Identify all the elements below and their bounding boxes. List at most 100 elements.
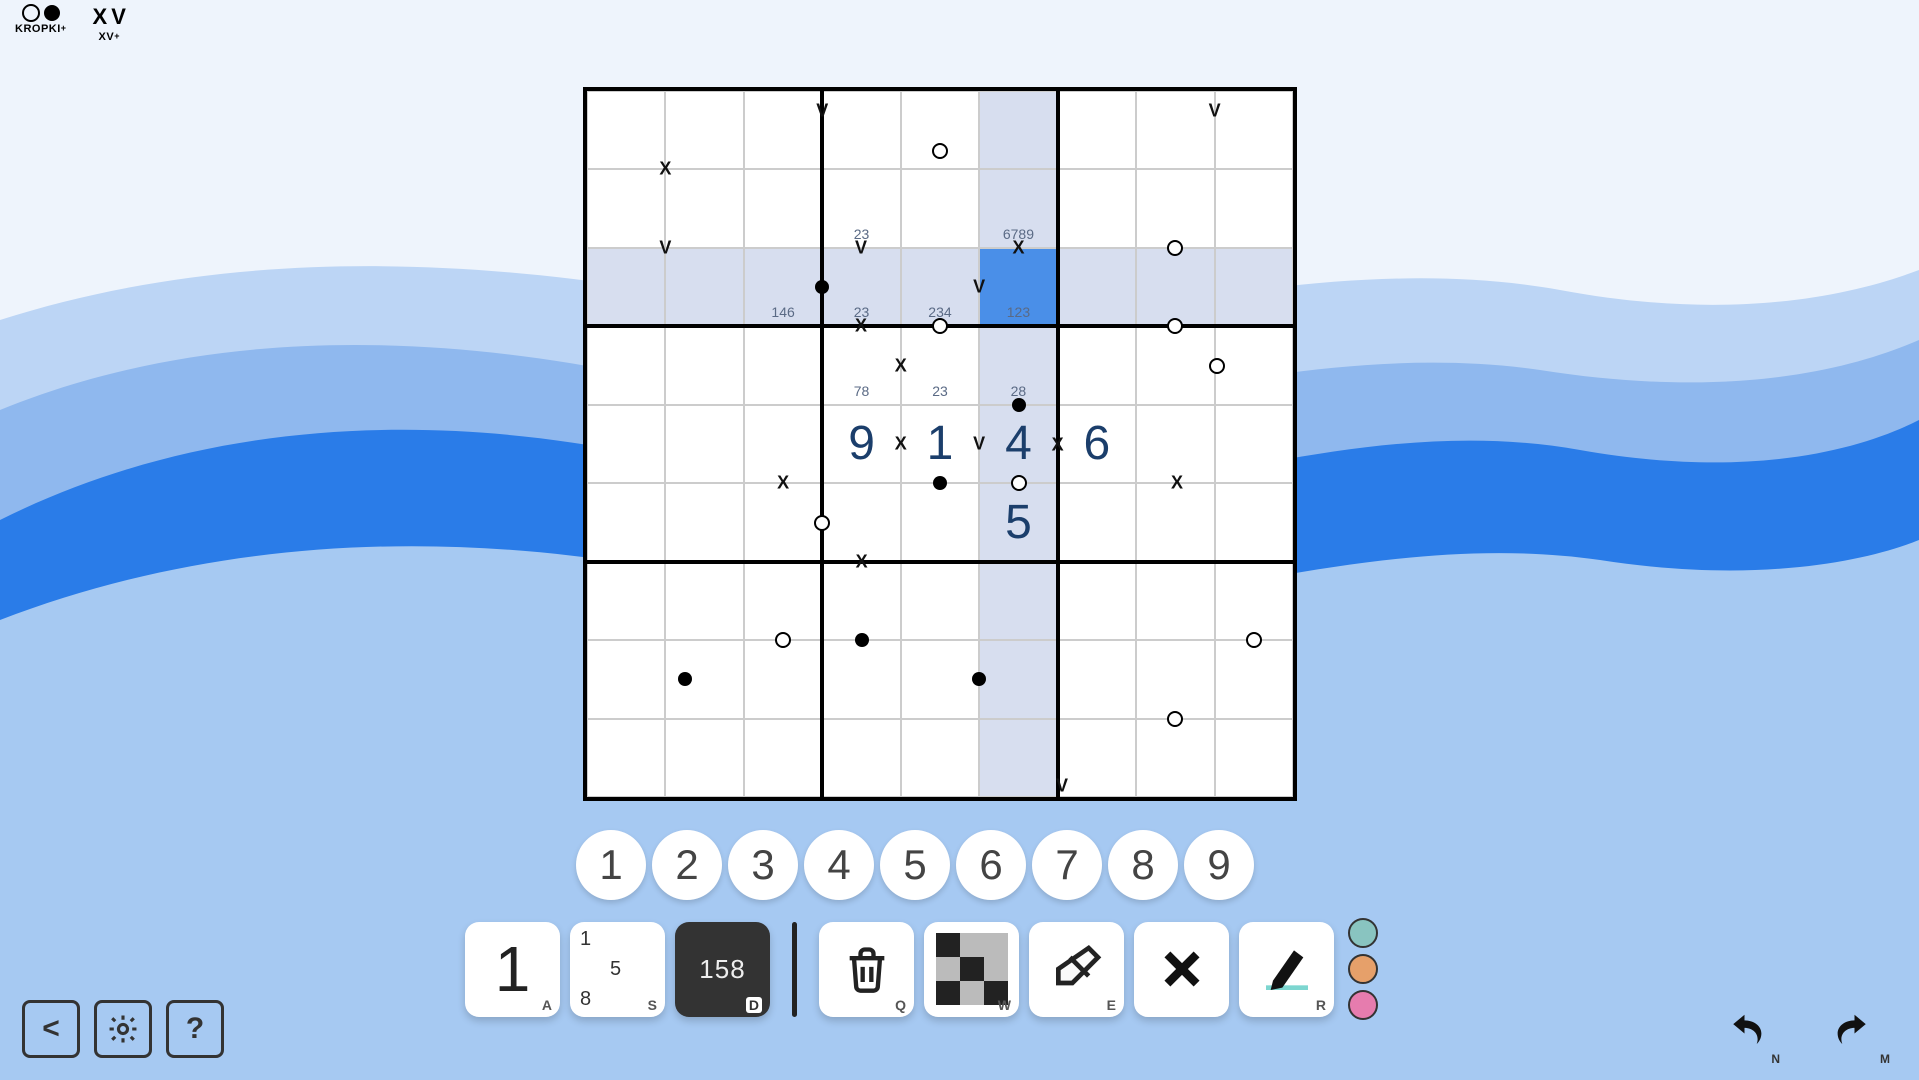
num-9-button[interactable]: 9: [1184, 830, 1254, 900]
cell-r2c1[interactable]: [665, 248, 743, 326]
cell-r7c2[interactable]: [744, 640, 822, 718]
num-4-button[interactable]: 4: [804, 830, 874, 900]
cell-r1c4[interactable]: [901, 169, 979, 247]
select-button[interactable]: W: [924, 922, 1019, 1017]
cell-r8c5[interactable]: [979, 719, 1057, 797]
cell-r1c6[interactable]: [1058, 169, 1136, 247]
help-button[interactable]: ?: [166, 1000, 224, 1058]
cell-r0c0[interactable]: [587, 91, 665, 169]
cell-r1c7[interactable]: [1136, 169, 1214, 247]
cell-r4c2[interactable]: [744, 405, 822, 483]
cell-r6c5[interactable]: [979, 562, 1057, 640]
cell-r6c6[interactable]: [1058, 562, 1136, 640]
cell-r5c8[interactable]: [1215, 483, 1293, 561]
cell-r7c4[interactable]: [901, 640, 979, 718]
sudoku-board[interactable]: 9146523678914623234123782328XVVVVXVXXXVX…: [583, 87, 1297, 801]
cell-r5c0[interactable]: [587, 483, 665, 561]
cell-r4c8[interactable]: [1215, 405, 1293, 483]
cell-r5c4[interactable]: [901, 483, 979, 561]
cell-r1c0[interactable]: [587, 169, 665, 247]
cell-r0c6[interactable]: [1058, 91, 1136, 169]
close-button[interactable]: [1134, 922, 1229, 1017]
cell-r6c8[interactable]: [1215, 562, 1293, 640]
cell-r0c2[interactable]: [744, 91, 822, 169]
cell-r3c7[interactable]: [1136, 326, 1214, 404]
undo-icon: [1717, 1011, 1772, 1056]
cell-r4c7[interactable]: [1136, 405, 1214, 483]
cell-r4c1[interactable]: [665, 405, 743, 483]
cell-r6c1[interactable]: [665, 562, 743, 640]
cell-r2c6[interactable]: [1058, 248, 1136, 326]
settings-button[interactable]: [94, 1000, 152, 1058]
redo-button[interactable]: M: [1824, 1008, 1884, 1058]
num-7-button[interactable]: 7: [1032, 830, 1102, 900]
cell-r3c8[interactable]: [1215, 326, 1293, 404]
cell-r7c3[interactable]: [822, 640, 900, 718]
color-swatch-1[interactable]: [1348, 954, 1378, 984]
num-1-button[interactable]: 1: [576, 830, 646, 900]
cell-r8c6[interactable]: [1058, 719, 1136, 797]
color-swatch-2[interactable]: [1348, 990, 1378, 1020]
cell-r5c3[interactable]: [822, 483, 900, 561]
cell-r4c0[interactable]: [587, 405, 665, 483]
highlight-button[interactable]: R: [1239, 922, 1334, 1017]
cell-r8c1[interactable]: [665, 719, 743, 797]
cell-r1c1[interactable]: [665, 169, 743, 247]
delete-button[interactable]: Q: [819, 922, 914, 1017]
kropki-open-dot: [814, 515, 830, 531]
num-5-button[interactable]: 5: [880, 830, 950, 900]
cell-r3c2[interactable]: [744, 326, 822, 404]
cell-r6c0[interactable]: [587, 562, 665, 640]
cell-r5c2[interactable]: [744, 483, 822, 561]
cell-r7c5[interactable]: [979, 640, 1057, 718]
constraint-v-symbol: V: [1209, 101, 1221, 122]
cell-r8c3[interactable]: [822, 719, 900, 797]
color-swatch-0[interactable]: [1348, 918, 1378, 948]
num-6-button[interactable]: 6: [956, 830, 1026, 900]
mode-digit-button[interactable]: 1 A: [465, 922, 560, 1017]
mode-center-button[interactable]: 158 D: [675, 922, 770, 1017]
cell-r0c1[interactable]: [665, 91, 743, 169]
cell-r6c3[interactable]: [822, 562, 900, 640]
back-button[interactable]: <: [22, 1000, 80, 1058]
cell-r1c8[interactable]: [1215, 169, 1293, 247]
cell-r0c3[interactable]: [822, 91, 900, 169]
cell-r2c7[interactable]: [1136, 248, 1214, 326]
undo-button[interactable]: N: [1714, 1008, 1774, 1058]
num-3-button[interactable]: 3: [728, 830, 798, 900]
cell-r2c8[interactable]: [1215, 248, 1293, 326]
cell-r3c6[interactable]: [1058, 326, 1136, 404]
constraint-v-symbol: V: [973, 434, 985, 455]
cell-r8c2[interactable]: [744, 719, 822, 797]
kropki-open-dot: [775, 632, 791, 648]
cell-r5c1[interactable]: [665, 483, 743, 561]
cell-r1c2[interactable]: [744, 169, 822, 247]
cell-r0c5[interactable]: [979, 91, 1057, 169]
cell-r0c8[interactable]: [1215, 91, 1293, 169]
num-8-button[interactable]: 8: [1108, 830, 1178, 900]
cell-r5c7[interactable]: [1136, 483, 1214, 561]
checker-icon: [936, 933, 1008, 1005]
cell-r6c2[interactable]: [744, 562, 822, 640]
cell-r8c0[interactable]: [587, 719, 665, 797]
cell-r6c4[interactable]: [901, 562, 979, 640]
cell-r7c7[interactable]: [1136, 640, 1214, 718]
cell-r7c8[interactable]: [1215, 640, 1293, 718]
num-2-button[interactable]: 2: [652, 830, 722, 900]
cell-r2c0[interactable]: [587, 248, 665, 326]
mode-corner-button[interactable]: 1 5 8 S: [570, 922, 665, 1017]
cell-r8c7[interactable]: [1136, 719, 1214, 797]
cell-r7c6[interactable]: [1058, 640, 1136, 718]
cell-r5c6[interactable]: [1058, 483, 1136, 561]
cell-r0c7[interactable]: [1136, 91, 1214, 169]
constraint-v-symbol: V: [973, 277, 985, 298]
erase-button[interactable]: E: [1029, 922, 1124, 1017]
cell-r8c4[interactable]: [901, 719, 979, 797]
kropki-filled-dot: [815, 280, 829, 294]
cell-r3c1[interactable]: [665, 326, 743, 404]
color-palette: [1348, 918, 1378, 1020]
cell-r3c0[interactable]: [587, 326, 665, 404]
cell-r6c7[interactable]: [1136, 562, 1214, 640]
cell-r7c0[interactable]: [587, 640, 665, 718]
cell-r8c8[interactable]: [1215, 719, 1293, 797]
